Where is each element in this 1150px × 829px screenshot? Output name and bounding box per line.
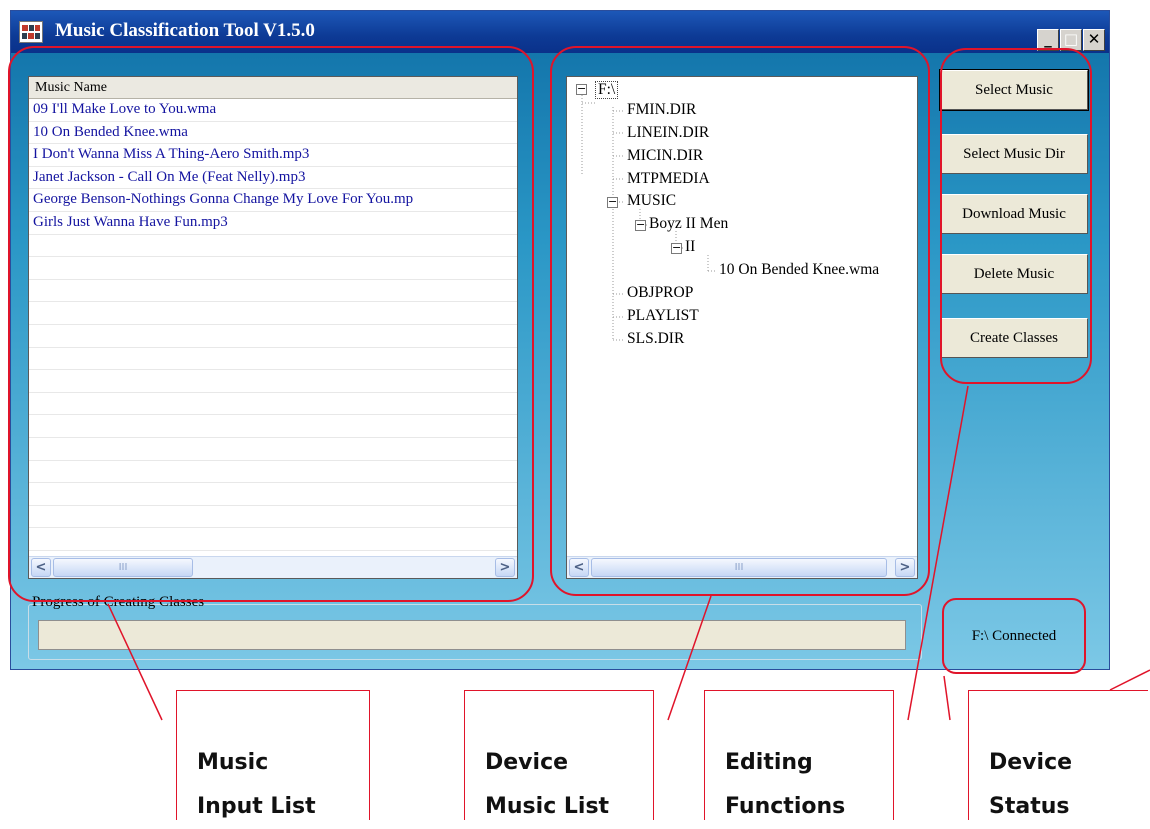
app-music-icon xyxy=(19,21,43,43)
label-line: Music List xyxy=(485,794,610,819)
creating-classes-progress-bar xyxy=(38,620,906,650)
label-device-status: Device Status xyxy=(989,741,1072,829)
callout-device-status xyxy=(942,598,1086,674)
callout-device-music-list xyxy=(550,46,930,596)
callout-editing-functions xyxy=(940,48,1092,384)
label-editing-functions: Editing Functions xyxy=(725,741,845,829)
label-music-input-list: Music Input List xyxy=(197,741,316,829)
label-box-device-music-list: Device Music List xyxy=(464,690,654,820)
label-line: Input List xyxy=(197,794,316,819)
label-line: Music xyxy=(197,750,269,775)
label-line: Device xyxy=(485,750,569,775)
label-line: Status xyxy=(989,794,1070,819)
label-device-music-list: Device Music List xyxy=(485,741,609,829)
window-title: Music Classification Tool V1.5.0 xyxy=(55,20,315,41)
label-box-device-status: Device Status xyxy=(968,690,1148,820)
label-line: Functions xyxy=(725,794,846,819)
label-line: Editing xyxy=(725,750,813,775)
label-line: Device xyxy=(989,750,1073,775)
callout-music-input-list xyxy=(8,46,534,602)
label-box-music-input-list: Music Input List xyxy=(176,690,370,820)
close-button[interactable]: ✕ xyxy=(1083,29,1105,51)
label-box-editing-functions: Editing Functions xyxy=(704,690,894,820)
